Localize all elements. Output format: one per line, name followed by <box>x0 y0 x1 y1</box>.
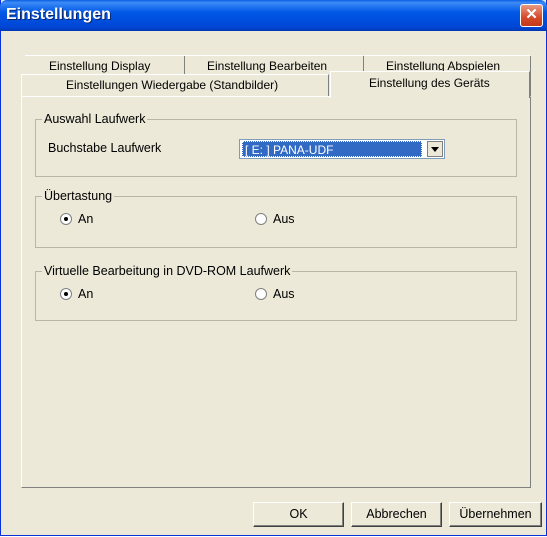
drive-select[interactable]: [ E: ] PANA-UDF <box>239 139 445 159</box>
cancel-button[interactable]: Abbrechen <box>351 502 442 527</box>
radio-ring <box>255 213 267 225</box>
virtual-edit-off-radio[interactable] <box>255 288 267 300</box>
tab-label: Einstellungen Wiedergabe (Standbilder) <box>66 78 279 92</box>
virtual-edit-off-label[interactable]: Aus <box>273 287 295 301</box>
radio-dot-selected <box>64 217 68 221</box>
tab-playback-still[interactable]: Einstellungen Wiedergabe (Standbilder) <box>21 74 329 96</box>
title-bar[interactable]: Einstellungen ✕ <box>0 0 547 31</box>
tab-divider <box>530 56 531 96</box>
overscan-on-radio[interactable] <box>60 213 72 225</box>
overscan-group-title: Übertastung <box>42 189 115 203</box>
chevron-down-icon[interactable] <box>427 141 443 157</box>
radio-dot-selected <box>64 292 68 296</box>
tab-label: Einstellung Bearbeiten <box>207 59 328 73</box>
tab-label: Einstellung Display <box>49 59 151 73</box>
settings-dialog: Einstellungen ✕ Einstellung Display Eins… <box>0 0 547 536</box>
close-icon[interactable]: ✕ <box>520 4 543 27</box>
virtual-edit-group-title: Virtuelle Bearbeitung in DVD-ROM Laufwer… <box>42 264 293 278</box>
tab-panel: Auswahl Laufwerk Buchstabe Laufwerk [ E:… <box>21 96 531 488</box>
overscan-on-label[interactable]: An <box>78 212 93 226</box>
drive-letter-label: Buchstabe Laufwerk <box>48 141 162 155</box>
tab-label: Einstellung des Geräts <box>369 76 490 90</box>
tab-device[interactable]: Einstellung des Geräts <box>330 71 530 98</box>
tab-display[interactable]: Einstellung Display <box>25 55 185 76</box>
overscan-off-label[interactable]: Aus <box>273 212 295 226</box>
ok-button[interactable]: OK <box>253 502 344 527</box>
overscan-off-radio[interactable] <box>255 213 267 225</box>
drive-select-value: [ E: ] PANA-UDF <box>242 141 422 157</box>
drive-group-title: Auswahl Laufwerk <box>42 112 148 126</box>
window-title: Einstellungen <box>6 6 111 23</box>
radio-ring <box>255 288 267 300</box>
virtual-edit-on-label[interactable]: An <box>78 287 93 301</box>
virtual-edit-on-radio[interactable] <box>60 288 72 300</box>
apply-button[interactable]: Übernehmen <box>449 502 542 527</box>
